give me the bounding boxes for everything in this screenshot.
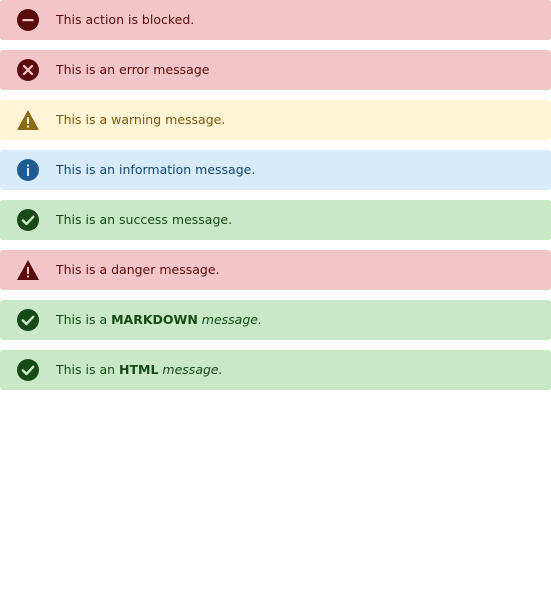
message-text: This is an error message — [56, 62, 210, 77]
message-prefix: This is an — [56, 362, 120, 377]
message-text: This action is blocked. — [56, 12, 195, 27]
success-icon — [17, 359, 39, 381]
warning-message: This is a warning message. — [0, 100, 551, 140]
success-icon — [17, 209, 39, 231]
success-message: This is an success message. — [0, 200, 551, 240]
danger-message: This is a danger message. — [0, 250, 551, 290]
warning-icon — [17, 110, 39, 130]
success-icon — [17, 309, 39, 331]
message-bold: MARKDOWN — [111, 312, 198, 327]
message-prefix: This is a — [56, 312, 112, 327]
message-italic: message. — [201, 312, 262, 327]
message-text: This is an information message. — [56, 162, 256, 177]
error-icon — [17, 59, 39, 81]
blocked-icon — [17, 9, 39, 31]
message-text: This is a danger message. — [56, 262, 220, 277]
message-text: This is an success message. — [56, 212, 233, 227]
markdown-message: This is a MARKDOWN message. — [0, 300, 551, 340]
message-italic: message. — [162, 362, 223, 377]
message-list: This action is blocked. This is an error… — [0, 0, 551, 400]
message-text: This is a MARKDOWN message. — [56, 300, 262, 340]
blocked-message: This action is blocked. — [0, 0, 551, 40]
info-message: This is an information message. — [0, 150, 551, 190]
danger-icon — [17, 260, 39, 280]
info-icon — [17, 159, 39, 181]
html-message: This is an HTML message. — [0, 350, 551, 390]
message-text: This is an HTML message. — [56, 350, 223, 390]
error-message: This is an error message — [0, 50, 551, 90]
message-text: This is a warning message. — [56, 112, 226, 127]
message-bold: HTML — [119, 362, 159, 377]
